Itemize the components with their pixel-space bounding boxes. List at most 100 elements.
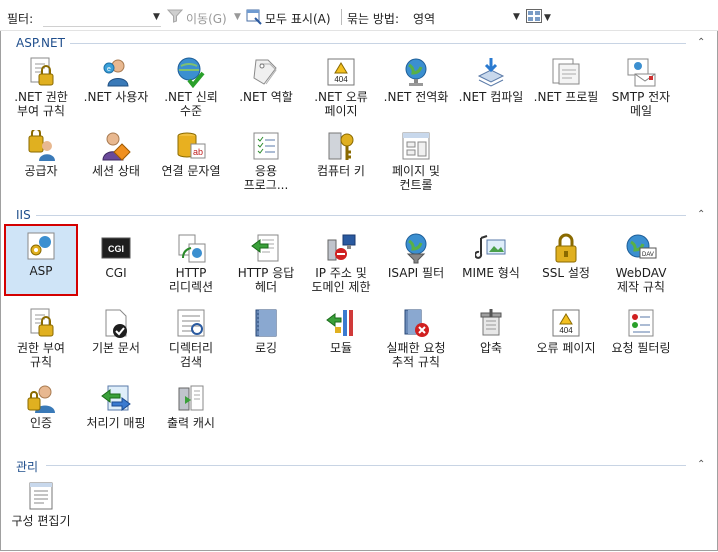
filter-dropdown-icon[interactable]: ▼ (153, 12, 160, 22)
group-title-aspnet: ASP.NET (16, 36, 65, 50)
group-title-iis: IIS (16, 208, 31, 222)
filter-input[interactable] (43, 8, 161, 27)
feature-item-net-authorization[interactable]: .NET 권한 부여 규칙 (4, 50, 78, 122)
feature-item-configuration-editor[interactable]: 구성 편집기 (4, 474, 78, 546)
feature-item-net-roles[interactable]: .NET 역할 (229, 50, 303, 122)
feature-label: .NET 역할 (239, 90, 293, 104)
feature-label: 공급자 (24, 164, 58, 178)
logging-icon (250, 307, 282, 339)
view-mode-button[interactable]: ▼ (526, 9, 552, 25)
feature-label: ASP (29, 264, 53, 278)
go-dropdown-icon[interactable]: ▼ (234, 12, 241, 22)
group-by-label: 묶는 방법: (347, 12, 400, 26)
redirect-icon (175, 232, 207, 264)
feature-label: 기본 문서 (92, 341, 140, 355)
response-header-icon (250, 232, 282, 264)
asp-icon (25, 230, 57, 262)
group-divider (46, 465, 686, 466)
modules-icon (325, 307, 357, 339)
feature-item-output-caching[interactable]: 출력 캐시 (154, 376, 228, 448)
feature-item-session-state[interactable]: 세션 상태 (79, 124, 153, 196)
go-button[interactable]: 이동(G) (186, 10, 227, 27)
feature-item-ip-domain-restrictions[interactable]: IP 주소 및 도메인 제한 (304, 226, 378, 298)
list-icon (250, 130, 282, 162)
feature-item-request-filtering[interactable]: 요청 필터링 (604, 301, 678, 373)
group-divider (36, 215, 686, 216)
directory-browse-icon (175, 307, 207, 339)
padlock-icon (550, 232, 582, 264)
feature-label: 디렉터리 검색 (168, 341, 214, 369)
feature-label: 권한 부여 규칙 (17, 341, 65, 369)
session-icon (100, 130, 132, 162)
feature-item-net-profile[interactable]: .NET 프로필 (529, 50, 603, 122)
feature-item-directory-browsing[interactable]: 디렉터리 검색 (154, 301, 228, 373)
show-all-button[interactable]: 모두 표시(A) (265, 10, 331, 27)
feature-item-net-compilation[interactable]: .NET 컴파일 (454, 50, 528, 122)
view-mode-dropdown-icon: ▼ (544, 13, 551, 23)
feature-item-net-error-pages[interactable]: 404 .NET 오류 페이지 (304, 50, 378, 122)
feature-item-cgi[interactable]: CGI CGI (79, 226, 153, 298)
globe-icon (400, 56, 432, 88)
feature-item-compression[interactable]: 압축 (454, 301, 528, 373)
feature-item-authorization-rules[interactable]: 권한 부여 규칙 (4, 301, 78, 373)
feature-item-net-globalization[interactable]: .NET 전역화 (379, 50, 453, 122)
svg-text:404: 404 (334, 75, 348, 84)
feature-item-authentication[interactable]: 인증 (4, 376, 78, 448)
feature-label: SSL 설정 (542, 266, 590, 280)
svg-text:e: e (107, 66, 111, 73)
error-pages-icon: 404 (550, 307, 582, 339)
svg-text:CGI: CGI (108, 244, 124, 254)
feature-item-connection-strings[interactable]: ab 연결 문자열 (154, 124, 228, 196)
collapse-iis-icon[interactable]: ⌃ (697, 209, 705, 220)
collapse-aspnet-icon[interactable]: ⌃ (697, 37, 705, 48)
feature-item-net-trust-levels[interactable]: .NET 신뢰 수준 (154, 50, 228, 122)
feature-item-smtp-email[interactable]: SMTP 전자 메일 (604, 50, 678, 122)
authentication-icon (25, 382, 57, 414)
feature-item-mime-types[interactable]: MIME 형식 (454, 226, 528, 298)
feature-label: 출력 캐시 (167, 416, 215, 430)
feature-item-default-document[interactable]: 기본 문서 (79, 301, 153, 373)
feature-label: IP 주소 및 도메인 제한 (311, 266, 371, 294)
feature-item-failed-request-tracing[interactable]: 실패한 요청 추적 규칙 (379, 301, 453, 373)
feature-item-http-response-headers[interactable]: HTTP 응답 헤더 (229, 226, 303, 298)
feature-item-error-pages[interactable]: 404 오류 페이지 (529, 301, 603, 373)
svg-text:DAV: DAV (642, 252, 654, 258)
feature-item-isapi-filters[interactable]: ISAPI 필터 (379, 226, 453, 298)
svg-text:ab: ab (193, 147, 203, 157)
feature-item-pages-controls[interactable]: 페이지 및 컨트롤 (379, 124, 453, 196)
feature-label: .NET 프로필 (533, 90, 599, 104)
feature-item-application-settings[interactable]: 응용 프로그... (229, 124, 303, 196)
feature-label: 로깅 (254, 341, 278, 355)
feature-item-logging[interactable]: 로깅 (229, 301, 303, 373)
feature-item-ssl-settings[interactable]: SSL 설정 (529, 226, 603, 298)
feature-item-http-redirect[interactable]: HTTP 리디렉션 (154, 226, 228, 298)
feature-item-net-users[interactable]: e .NET 사용자 (79, 50, 153, 122)
feature-label: HTTP 응답 헤더 (237, 266, 295, 294)
default-doc-icon (100, 307, 132, 339)
feature-item-handler-mappings[interactable]: 처리기 매핑 (79, 376, 153, 448)
auth-rules-icon (25, 307, 57, 339)
tags-icon (250, 56, 282, 88)
cgi-icon: CGI (100, 232, 132, 264)
feature-label: 실패한 요청 추적 규칙 (386, 341, 446, 369)
feature-label: 요청 필터링 (611, 341, 671, 355)
email-icon (625, 56, 657, 88)
compression-icon (475, 307, 507, 339)
collapse-management-icon[interactable]: ⌃ (697, 459, 705, 470)
profile-icon (550, 56, 582, 88)
output-cache-icon (175, 382, 207, 414)
feature-item-asp[interactable]: ASP (4, 224, 78, 296)
feature-label: MIME 형식 (462, 266, 520, 280)
provider-icon (25, 128, 57, 162)
feature-label: .NET 권한 부여 규칙 (14, 90, 68, 118)
feature-item-providers[interactable]: 공급자 (4, 124, 78, 196)
group-by-select[interactable]: 영역 ▼ (409, 8, 521, 26)
feature-item-webdav-authoring-rules[interactable]: DAV WebDAV 제작 규칙 (604, 226, 678, 298)
group-title-management: 관리 (16, 460, 39, 474)
feature-item-modules[interactable]: 모듈 (304, 301, 378, 373)
page-controls-icon (400, 130, 432, 162)
funnel-icon (166, 9, 184, 26)
ip-restrict-icon (325, 232, 357, 264)
feature-label: 응용 프로그... (243, 164, 289, 192)
feature-item-machine-key[interactable]: 컴퓨터 키 (304, 124, 378, 196)
